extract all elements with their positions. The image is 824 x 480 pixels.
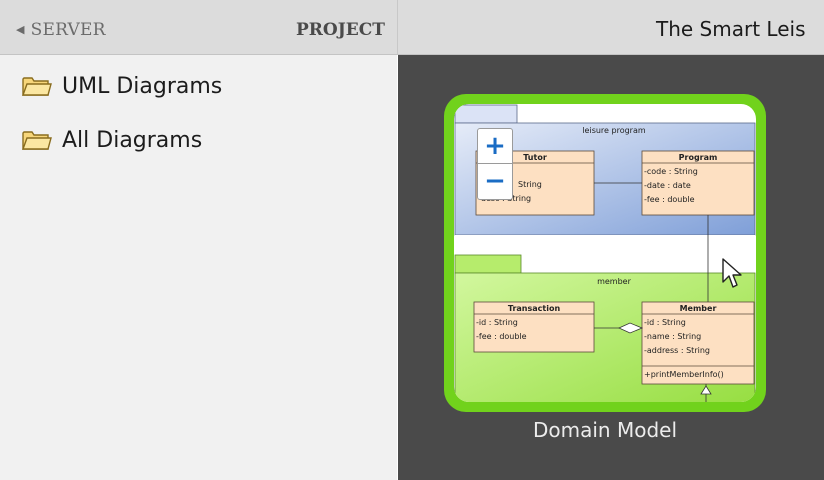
svg-text:-id : String: -id : String <box>644 318 686 327</box>
svg-text:-code : String: -code : String <box>644 167 698 176</box>
svg-text:Member: Member <box>680 304 717 313</box>
svg-text:Program: Program <box>679 153 718 162</box>
top-bar-divider <box>397 0 398 54</box>
zoom-out-button[interactable]: − <box>478 164 512 198</box>
svg-text:+printMemberInfo(): +printMemberInfo() <box>644 370 724 379</box>
server-tab[interactable]: ◀ SERVER <box>16 20 106 40</box>
svg-text:-date : date: -date : date <box>644 181 691 190</box>
svg-text:-fee : double: -fee : double <box>644 195 695 204</box>
package-tab <box>454 104 518 124</box>
svg-text:-fee : double: -fee : double <box>476 332 527 341</box>
project-tab[interactable]: PROJECT <box>296 20 385 40</box>
svg-text:String: String <box>518 180 542 189</box>
class-transaction: Transaction -id : String -fee : double <box>473 301 595 353</box>
back-arrow-icon: ◀ <box>16 23 25 36</box>
package-label: leisure program <box>582 126 646 135</box>
folder-icon <box>22 77 52 96</box>
sidebar-item-all-diagrams[interactable]: All Diagrams <box>22 123 202 157</box>
svg-text:Transaction: Transaction <box>508 304 561 313</box>
zoom-in-button[interactable]: + <box>478 129 512 164</box>
zoom-controls: + − <box>477 128 513 200</box>
mouse-pointer-icon <box>722 258 742 288</box>
svg-text:-address : String: -address : String <box>644 346 710 355</box>
top-bar: ◀ SERVER PROJECT The Smart Leis <box>0 0 824 55</box>
package-label: member <box>597 277 632 286</box>
sidebar-item-label: UML Diagrams <box>62 73 223 99</box>
svg-text:-id : String: -id : String <box>476 318 518 327</box>
sidebar-item-uml-diagrams[interactable]: UML Diagrams <box>22 69 222 103</box>
diagram-caption: Domain Model <box>532 418 677 442</box>
svg-text:-name : String: -name : String <box>644 332 701 341</box>
sidebar-item-label: All Diagrams <box>62 127 203 153</box>
svg-text:Tutor: Tutor <box>523 153 547 162</box>
class-program: Program -code : String -date : date -fee… <box>641 150 755 216</box>
project-sidebar: UML Diagrams All Diagrams <box>0 55 397 480</box>
package-tab <box>454 254 522 274</box>
class-member: Member -id : String -name : String -addr… <box>641 301 755 385</box>
folder-icon <box>22 131 52 150</box>
server-tab-label: SERVER <box>30 20 106 40</box>
project-title: The Smart Leis <box>656 17 806 41</box>
